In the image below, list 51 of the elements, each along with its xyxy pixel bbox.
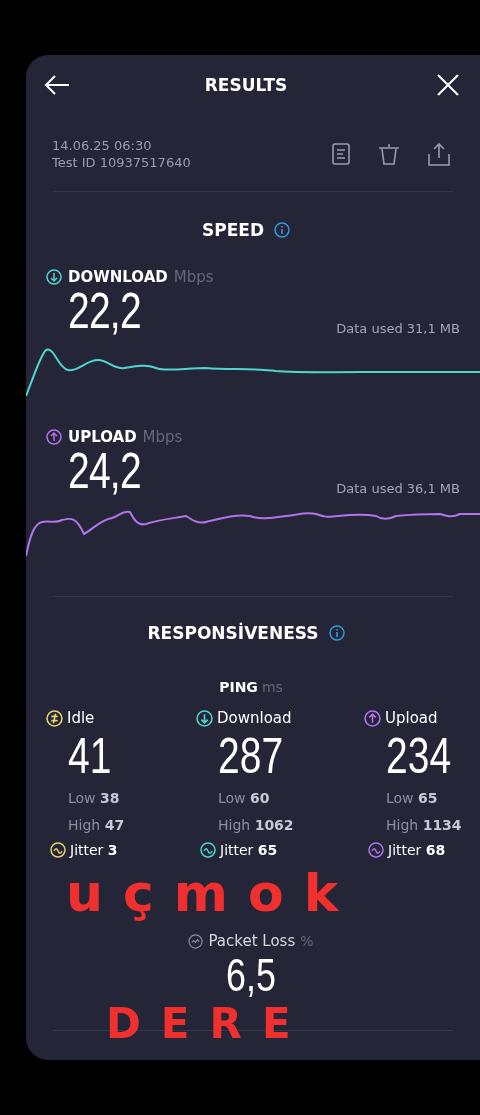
jitter-icon bbox=[368, 842, 384, 858]
jitter-value: Jitter 68 bbox=[388, 842, 446, 858]
screen-title: RESULTS bbox=[204, 75, 288, 95]
arrow-circle-icon bbox=[46, 429, 62, 445]
handwritten-note: DERE bbox=[106, 1003, 311, 1045]
phase-icon bbox=[364, 709, 381, 727]
arrow-circle-icon bbox=[46, 269, 62, 285]
metric-label: DOWNLOAD bbox=[68, 268, 168, 286]
test-id: Test ID 10937517640 bbox=[52, 154, 192, 171]
speed-value: 24,2 bbox=[68, 444, 141, 498]
phase-label: Upload bbox=[385, 709, 438, 727]
ping-low: Low 60 bbox=[218, 789, 271, 808]
speed-value: 22,2 bbox=[68, 284, 141, 338]
section-title: SPEED bbox=[201, 220, 264, 240]
close-icon[interactable] bbox=[437, 74, 459, 96]
ping-high: High 1134 bbox=[386, 816, 463, 835]
trash-icon[interactable] bbox=[378, 143, 400, 165]
metric-unit: Mbps bbox=[173, 268, 214, 286]
ping-low: Low 65 bbox=[386, 789, 439, 808]
share-icon[interactable] bbox=[428, 142, 450, 166]
section-title: RESPONSİVENESS bbox=[147, 623, 319, 643]
ping-label: PING bbox=[219, 679, 258, 695]
metric-unit: Mbps bbox=[142, 428, 183, 446]
info-icon[interactable] bbox=[274, 222, 290, 238]
ping-value: 41 bbox=[68, 727, 113, 785]
phase-icon bbox=[196, 709, 213, 727]
ping-high: High 47 bbox=[68, 816, 126, 835]
jitter-icon bbox=[200, 842, 216, 858]
phase-label: Idle bbox=[67, 709, 95, 727]
document-icon[interactable] bbox=[332, 143, 350, 165]
data-used: Data used 36,1 MB bbox=[336, 481, 460, 496]
jitter-icon bbox=[50, 842, 66, 858]
ping-unit: ms bbox=[261, 679, 283, 695]
ping-value: 287 bbox=[218, 727, 285, 785]
ping-high: High 1062 bbox=[218, 816, 295, 835]
phase-icon bbox=[46, 709, 63, 727]
handwritten-note: uçmok bbox=[66, 867, 359, 919]
phase-label: Download bbox=[217, 709, 292, 727]
packet-loss-label: Packet Loss bbox=[208, 932, 296, 950]
ping-value: 234 bbox=[386, 727, 453, 785]
jitter-value: Jitter 65 bbox=[220, 842, 278, 858]
metric-label: UPLOAD bbox=[68, 428, 137, 446]
jitter-value: Jitter 3 bbox=[70, 842, 118, 858]
back-icon[interactable] bbox=[44, 75, 70, 95]
data-used: Data used 31,1 MB bbox=[336, 321, 460, 336]
test-date: 14.06.25 06:30 bbox=[52, 137, 153, 154]
packet-loss-value: 6,5 bbox=[226, 950, 276, 1000]
packet-loss-icon bbox=[188, 933, 204, 949]
ping-low: Low 38 bbox=[68, 789, 121, 808]
packet-loss-unit: % bbox=[300, 933, 314, 949]
info-icon[interactable] bbox=[328, 625, 345, 641]
